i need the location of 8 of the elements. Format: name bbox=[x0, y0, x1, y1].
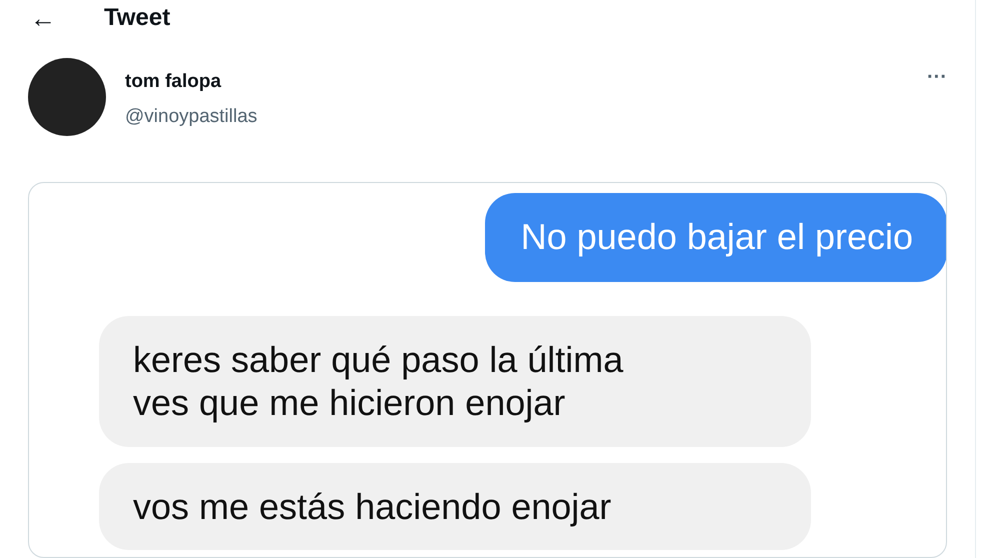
author-handle[interactable]: @vinoypastillas bbox=[125, 102, 258, 131]
sent-message-bubble: No puedo bajar el precio bbox=[484, 193, 946, 282]
more-button[interactable]: ··· bbox=[927, 62, 947, 92]
author-name[interactable]: tom falopa bbox=[125, 68, 258, 96]
received-message-bubble: keres saber qué paso la última ves que me hicieron enojar bbox=[99, 316, 811, 447]
back-button[interactable]: ← bbox=[30, 5, 56, 31]
page-title: Tweet bbox=[104, 3, 170, 33]
received-message-bubble: vos me estás haciendo enojar bbox=[99, 462, 811, 550]
